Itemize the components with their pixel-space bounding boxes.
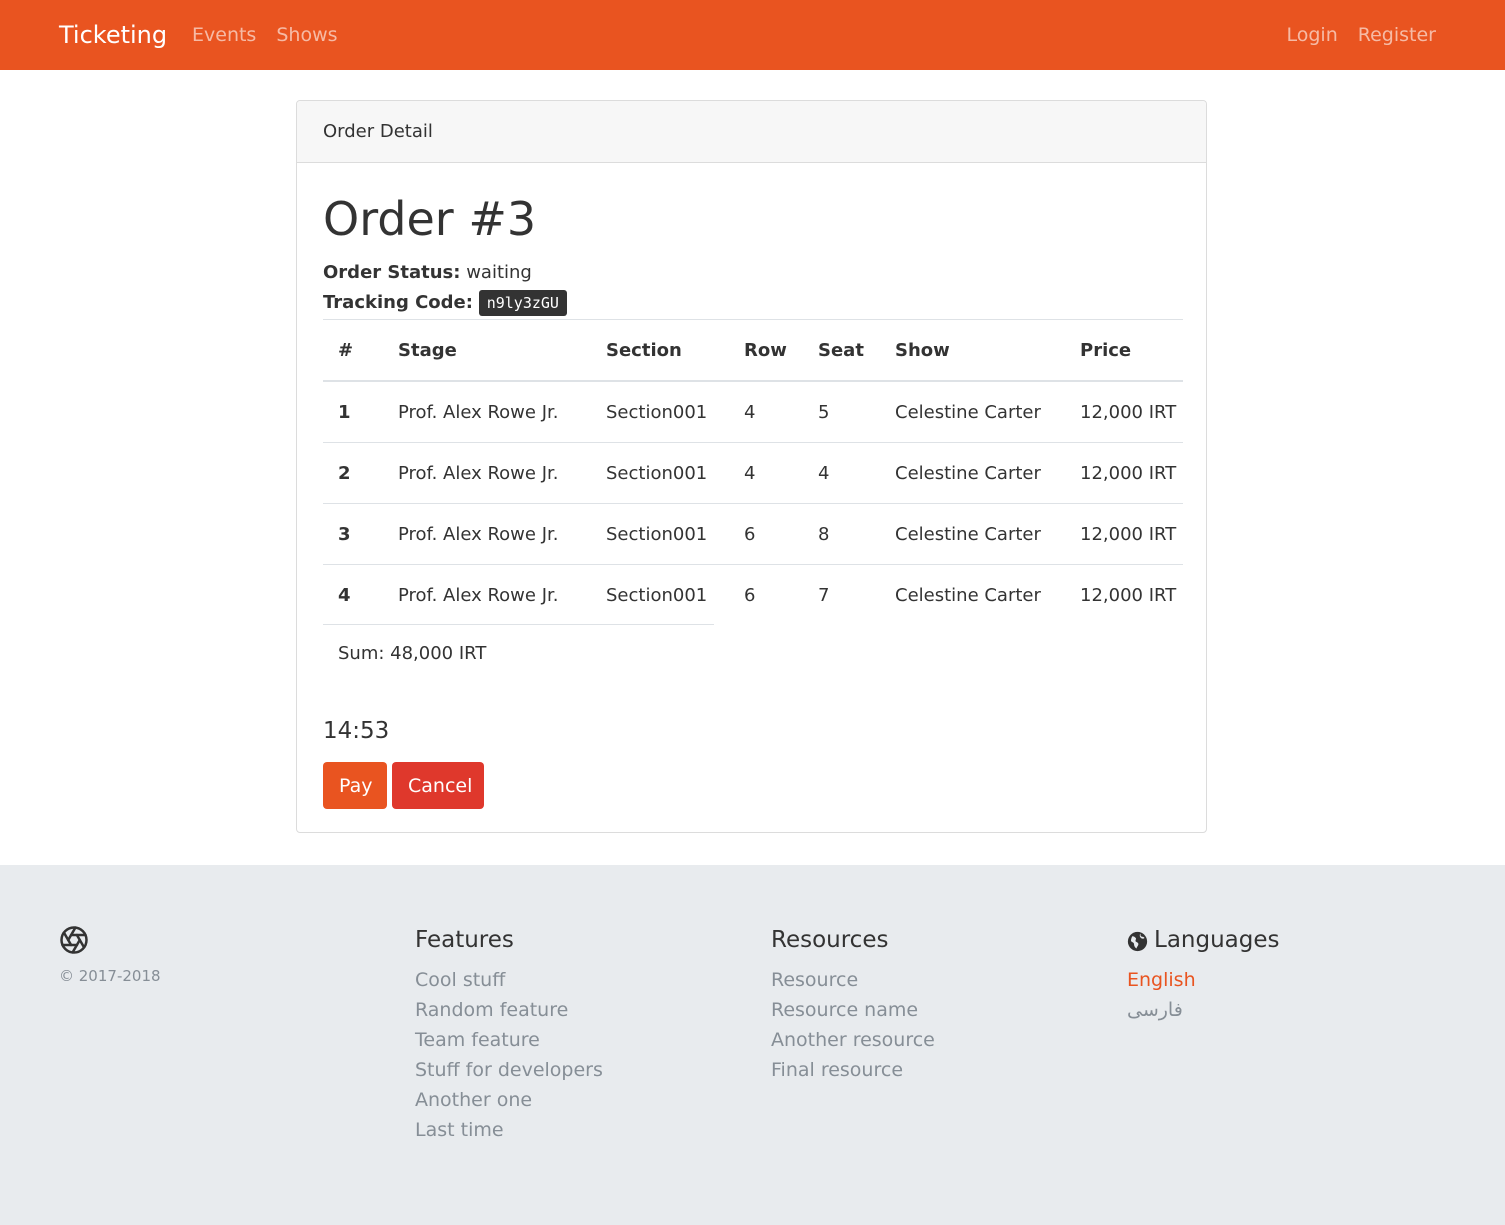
languages-list: English فارسی xyxy=(1127,965,1280,1025)
top-navbar: Ticketing Events Shows Login Register xyxy=(0,0,1505,70)
nav-left: Events Shows xyxy=(192,0,358,70)
footer-link[interactable]: Resource name xyxy=(771,995,935,1025)
languages-heading: Languages xyxy=(1127,925,1280,955)
col-section-header: Section xyxy=(606,319,744,382)
table-header-row: # Stage Section Row Seat Show Price xyxy=(323,319,1183,382)
cancel-button[interactable]: Cancel xyxy=(392,762,484,809)
table-row: 1 Prof. Alex Rowe Jr. Section001 4 5 Cel… xyxy=(323,381,1183,443)
countdown-timer: 14:53 xyxy=(323,718,390,744)
language-english-link[interactable]: English xyxy=(1127,965,1280,995)
col-stage-header: Stage xyxy=(398,319,606,382)
table-row: 4 Prof. Alex Rowe Jr. Section001 6 7 Cel… xyxy=(323,565,1183,626)
languages-heading-label: Languages xyxy=(1154,927,1280,953)
order-status: Order Status: waiting xyxy=(323,260,532,286)
footer-link[interactable]: Cool stuff xyxy=(415,965,603,995)
footer-link[interactable]: Another one xyxy=(415,1085,603,1115)
tickets-table: # Stage Section Row Seat Show Price 1 Pr… xyxy=(323,319,1183,625)
nav-register-link[interactable]: Register xyxy=(1358,24,1436,46)
cell-section: Section001 xyxy=(606,381,744,443)
cell-show: Celestine Carter xyxy=(895,381,1080,443)
cell-number: 1 xyxy=(323,381,398,443)
tracking-code-label: Tracking Code: xyxy=(323,292,473,313)
cell-section: Section001 xyxy=(606,503,744,565)
col-seat-header: Seat xyxy=(818,319,895,382)
pay-button[interactable]: Pay xyxy=(323,762,387,809)
order-card: Order Detail Order #3 Order Status: wait… xyxy=(296,100,1207,833)
col-row-header: Row xyxy=(744,319,818,382)
footer-link[interactable]: Final resource xyxy=(771,1055,935,1085)
footer-link[interactable]: Random feature xyxy=(415,995,603,1025)
cell-row: 4 xyxy=(744,381,818,443)
order-status-label: Order Status: xyxy=(323,262,461,283)
cell-show: Celestine Carter xyxy=(895,442,1080,504)
resources-list: Resource Resource name Another resource … xyxy=(771,965,935,1085)
sum-divider xyxy=(323,624,714,625)
cell-stage: Prof. Alex Rowe Jr. xyxy=(398,442,606,504)
cell-row: 6 xyxy=(744,584,756,606)
language-farsi-link[interactable]: فارسی xyxy=(1127,995,1280,1025)
cell-price: 12,000 IRT xyxy=(1080,503,1183,565)
cell-show: Celestine Carter xyxy=(895,503,1080,565)
order-title: Order #3 xyxy=(323,192,537,246)
nav-right: Login Register xyxy=(1287,0,1437,70)
cell-stage: Prof. Alex Rowe Jr. xyxy=(398,381,606,443)
features-list: Cool stuff Random feature Team feature S… xyxy=(415,965,603,1145)
cell-section: Section001 xyxy=(606,442,744,504)
cell-seat: 4 xyxy=(818,442,895,504)
tracking-code-badge: n9ly3zGU xyxy=(478,290,567,316)
col-price-header: Price xyxy=(1080,319,1183,382)
cell-show: Celestine Carter xyxy=(895,584,1041,606)
nav-events-link[interactable]: Events xyxy=(192,24,256,46)
copyright-text: © 2017-2018 xyxy=(59,967,161,985)
footer-link[interactable]: Last time xyxy=(415,1115,603,1145)
brand-link[interactable]: Ticketing xyxy=(59,0,167,70)
tracking-code: Tracking Code: n9ly3zGU xyxy=(323,290,567,316)
footer-brand: © 2017-2018 xyxy=(59,925,161,985)
cell-seat: 5 xyxy=(818,381,895,443)
aperture-logo-icon xyxy=(59,925,161,955)
cell-number: 4 xyxy=(338,584,351,606)
cell-stage: Prof. Alex Rowe Jr. xyxy=(398,584,559,606)
footer: © 2017-2018 Features Cool stuff Random f… xyxy=(0,865,1505,1225)
cell-row: 4 xyxy=(744,442,818,504)
card-header: Order Detail xyxy=(297,101,1206,163)
cell-price: 12,000 IRT xyxy=(1080,584,1177,606)
col-number-header: # xyxy=(323,319,398,382)
cell-price: 12,000 IRT xyxy=(1080,442,1183,504)
footer-link[interactable]: Resource xyxy=(771,965,935,995)
cell-stage: Prof. Alex Rowe Jr. xyxy=(398,503,606,565)
cell-row: 6 xyxy=(744,503,818,565)
cell-section: Section001 xyxy=(606,584,708,606)
table-row: 2 Prof. Alex Rowe Jr. Section001 4 4 Cel… xyxy=(323,442,1183,504)
order-status-value: waiting xyxy=(466,262,532,283)
cell-seat: 7 xyxy=(818,584,830,606)
features-heading: Features xyxy=(415,927,514,953)
resources-heading: Resources xyxy=(771,927,889,953)
cell-number: 2 xyxy=(323,442,398,504)
order-sum: Sum: 48,000 IRT xyxy=(338,643,487,664)
globe-icon xyxy=(1127,930,1148,951)
col-show-header: Show xyxy=(895,319,1080,382)
footer-link[interactable]: Team feature xyxy=(415,1025,603,1055)
nav-shows-link[interactable]: Shows xyxy=(276,24,337,46)
footer-link[interactable]: Stuff for developers xyxy=(415,1055,603,1085)
cell-number: 3 xyxy=(323,503,398,565)
cell-seat: 8 xyxy=(818,503,895,565)
table-row: 3 Prof. Alex Rowe Jr. Section001 6 8 Cel… xyxy=(323,503,1183,565)
nav-login-link[interactable]: Login xyxy=(1287,24,1338,46)
cell-price: 12,000 IRT xyxy=(1080,381,1183,443)
footer-features: Features Cool stuff Random feature Team … xyxy=(415,925,603,1145)
action-buttons: Pay Cancel xyxy=(323,762,484,809)
footer-resources: Resources Resource Resource name Another… xyxy=(771,925,935,1085)
footer-link[interactable]: Another resource xyxy=(771,1025,935,1055)
footer-languages: Languages English فارسی xyxy=(1127,925,1280,1025)
